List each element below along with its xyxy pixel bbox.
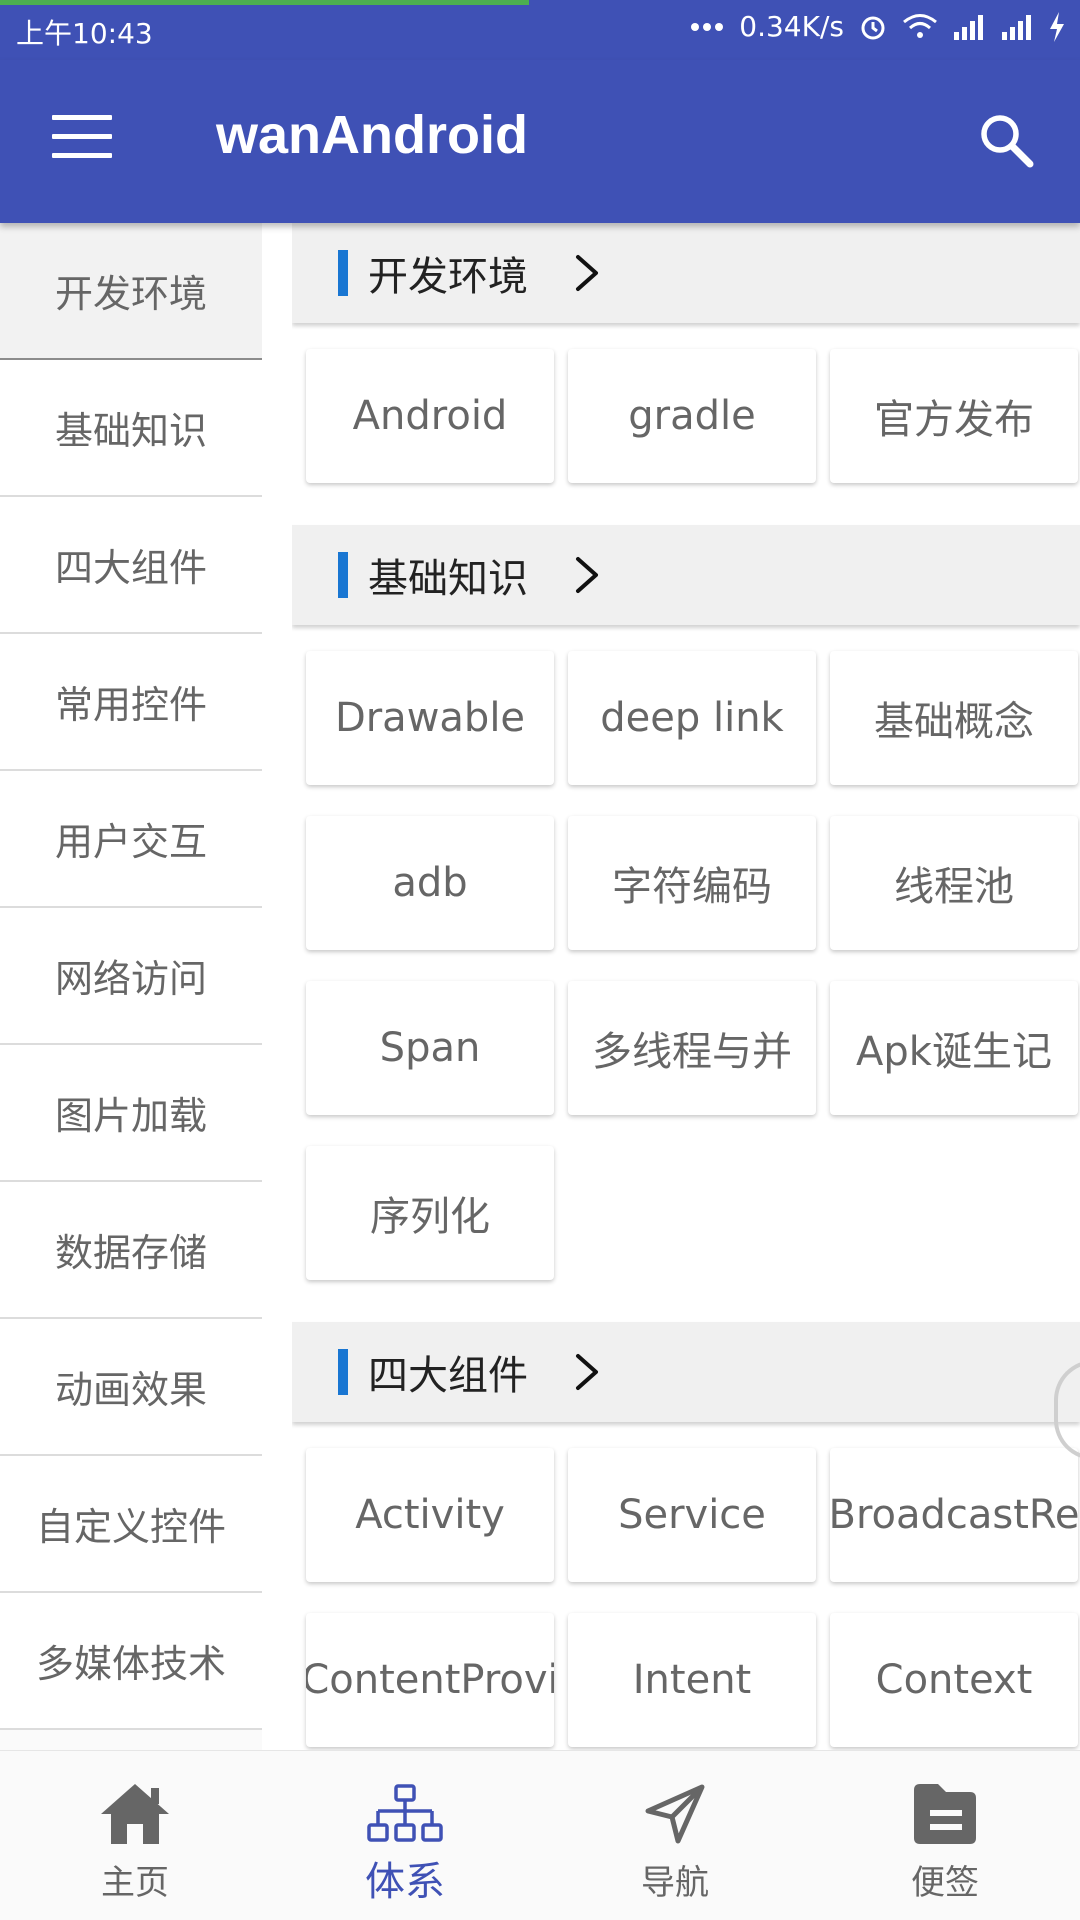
nav-label: 导航 xyxy=(641,1863,709,1903)
page-load-progress xyxy=(0,0,530,5)
chevron-right-icon xyxy=(568,1352,604,1392)
signal-icon xyxy=(954,14,983,40)
category-list: 开发环境 基础知识 四大组件 常用控件 用户交互 网络访问 图片加载 数据存储 动画效果 自定义控… xyxy=(0,223,262,1750)
tag-chip[interactable]: Android xyxy=(306,349,554,483)
charging-icon xyxy=(1050,11,1064,42)
tag-chip[interactable]: 字符编码 xyxy=(568,816,816,950)
tag-chip[interactable]: Drawable xyxy=(306,651,554,785)
nav-label: 便签 xyxy=(911,1863,979,1903)
category-item[interactable]: 多媒体技术 xyxy=(0,1593,262,1730)
app-bar: wanAndroid xyxy=(0,60,1080,223)
nav-item[interactable]: 体系 xyxy=(270,1751,540,1920)
tag-chip[interactable]: Activity xyxy=(306,1448,554,1582)
category-item[interactable]: 动画效果 xyxy=(0,1319,262,1456)
tag-chip[interactable]: Context xyxy=(830,1613,1078,1747)
category-item[interactable]: 基础知识 xyxy=(0,360,262,497)
hierarchy-icon xyxy=(365,1779,445,1849)
section-accent-bar xyxy=(338,552,348,598)
category-item[interactable]: 四大组件 xyxy=(0,497,262,634)
home-icon xyxy=(95,1779,175,1849)
category-item[interactable]: 网络访问 xyxy=(0,908,262,1045)
signal-icon xyxy=(1002,14,1031,40)
alarm-icon xyxy=(861,16,885,39)
chevron-right-icon xyxy=(568,253,604,293)
section-header[interactable]: 基础知识 xyxy=(292,525,1080,625)
note-icon xyxy=(905,1779,985,1849)
section-accent-bar xyxy=(338,250,348,296)
tag-chip[interactable]: 官方发布 xyxy=(830,349,1078,483)
nav-label: 主页 xyxy=(101,1863,169,1903)
app-title: wanAndroid xyxy=(216,105,528,165)
tag-chip[interactable]: gradle xyxy=(568,349,816,483)
tag-chip[interactable]: deep link xyxy=(568,651,816,785)
search-icon[interactable] xyxy=(976,110,1036,170)
category-item[interactable]: 自定义控件 xyxy=(0,1456,262,1593)
bottom-navigation: 主页 体系 导航 便签 xyxy=(0,1750,1080,1920)
menu-icon[interactable] xyxy=(52,115,112,165)
tag-chip[interactable]: 线程池 xyxy=(830,816,1078,950)
status-time: 上午10:43 xyxy=(16,17,153,50)
nav-item[interactable]: 便签 xyxy=(810,1751,1080,1920)
category-item[interactable]: 数据存储 xyxy=(0,1182,262,1319)
tag-chip[interactable]: 多线程与并 xyxy=(568,981,816,1115)
category-item[interactable]: 图片加载 xyxy=(0,1045,262,1182)
section-title: 开发环境 xyxy=(368,254,528,300)
tag-chip[interactable]: adb xyxy=(306,816,554,950)
section-title: 基础知识 xyxy=(368,556,528,602)
section-header[interactable]: 四大组件 xyxy=(292,1322,1080,1422)
nav-item[interactable]: 主页 xyxy=(0,1751,270,1920)
section-title: 四大组件 xyxy=(368,1353,528,1399)
tag-chip[interactable]: 基础概念 xyxy=(830,651,1078,785)
section-header[interactable]: 开发环境 xyxy=(292,223,1080,323)
tag-chip[interactable]: ContentProvi xyxy=(306,1613,554,1747)
subcategory-pane: 开发环境 Android gradle 官方发布基础知识 Drawable deep li… xyxy=(292,223,1080,1750)
category-item[interactable]: 常用控件 xyxy=(0,634,262,771)
network-speed: 0.34K/s xyxy=(739,10,844,43)
tag-grid: Activity Service BroadcastRe ContentProvi In… xyxy=(292,1422,1080,1750)
tag-grid: Drawable deep link 基础概念 adb 字符编码 线程池 Span 多线程与并… xyxy=(292,625,1080,1322)
tag-chip[interactable]: Apk诞生记 xyxy=(830,981,1078,1115)
status-icons: 0.34K/s xyxy=(689,10,1066,43)
nav-item[interactable]: 导航 xyxy=(540,1751,810,1920)
tag-chip[interactable]: Intent xyxy=(568,1613,816,1747)
status-bar: 上午10:43 0.34K/s xyxy=(0,0,1080,60)
category-item[interactable]: 开发环境 xyxy=(0,223,262,360)
navigation-icon xyxy=(635,1779,715,1849)
tag-chip[interactable]: Span xyxy=(306,981,554,1115)
category-item[interactable]: 用户交互 xyxy=(0,771,262,908)
chevron-right-icon xyxy=(568,555,604,595)
tag-chip[interactable]: BroadcastRe xyxy=(830,1448,1078,1582)
tag-chip[interactable]: Service xyxy=(568,1448,816,1582)
tag-grid: Android gradle 官方发布 xyxy=(292,323,1080,525)
section-accent-bar xyxy=(338,1349,348,1395)
tag-chip[interactable]: 序列化 xyxy=(306,1146,554,1280)
more-dots-icon xyxy=(691,22,724,31)
wifi-icon xyxy=(903,13,937,38)
nav-label: 体系 xyxy=(365,1859,445,1905)
